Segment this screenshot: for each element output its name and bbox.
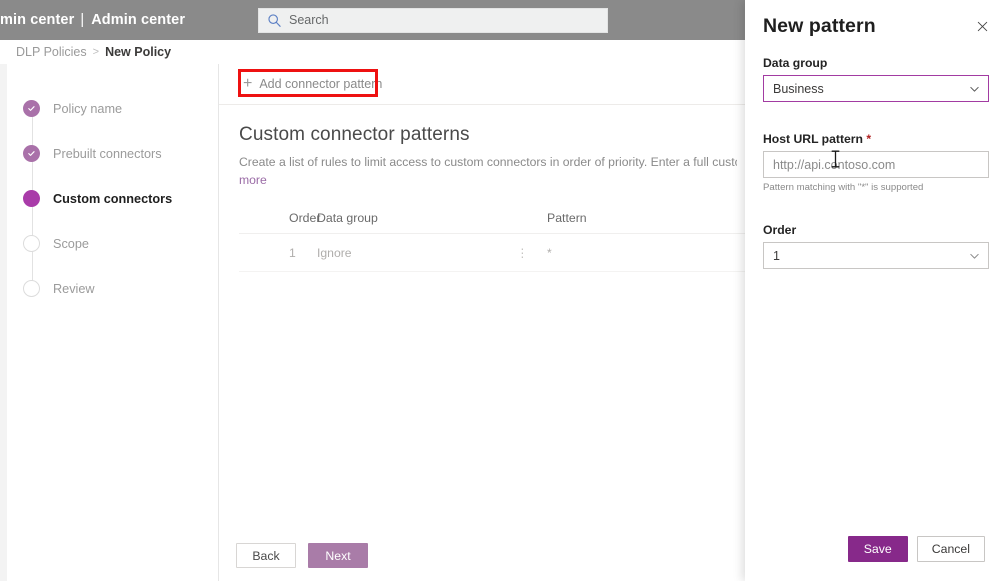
step-status-dot-pending — [23, 280, 40, 297]
table-row[interactable]: 1 Ignore ⋮ * — [239, 234, 748, 272]
sidebar-item-review[interactable]: Review — [23, 266, 213, 311]
chevron-down-icon — [970, 253, 979, 259]
column-header-data-group: Data group — [317, 210, 378, 225]
plus-icon: + — [243, 75, 253, 92]
check-icon — [28, 106, 35, 111]
flyout-header: New pattern — [745, 0, 1007, 52]
add-connector-pattern-button[interactable]: + Add connector pattern — [239, 70, 390, 98]
learn-more-label: more — [239, 173, 267, 188]
close-button[interactable] — [971, 15, 993, 37]
back-button[interactable]: Back — [236, 543, 296, 568]
suite-title: min center | Admin center — [0, 12, 185, 28]
flyout-footer: Save Cancel — [745, 536, 1007, 562]
step-label: Custom connectors — [53, 191, 173, 206]
required-marker: * — [866, 132, 872, 146]
more-vertical-icon[interactable]: ⋮ — [499, 246, 547, 260]
sidebar-item-policy-name[interactable]: Policy name — [23, 86, 213, 149]
breadcrumb-dlp-policies[interactable]: DLP Policies — [16, 45, 87, 59]
cell-pattern: * — [547, 245, 552, 260]
data-group-dropdown[interactable]: Business — [763, 75, 989, 102]
host-url-pattern-label-text: Host URL pattern — [763, 132, 863, 146]
table-header-row: Order Data group ⋮ Pattern — [239, 202, 748, 234]
host-url-pattern-input[interactable]: http://api.contoso.com — [763, 151, 989, 178]
chevron-down-icon — [970, 86, 979, 92]
suite-title-admin-center: Admin center — [91, 12, 186, 28]
column-header-order: Order — [289, 210, 321, 225]
global-search-box[interactable]: Search — [258, 8, 608, 33]
sidebar-item-custom-connectors[interactable]: Custom connectors — [23, 176, 213, 239]
command-bar: + Add connector pattern — [219, 64, 748, 105]
global-search-placeholder: Search — [289, 13, 329, 28]
search-icon — [268, 14, 281, 27]
flyout-title: New pattern — [763, 14, 876, 37]
save-button[interactable]: Save — [847, 536, 908, 562]
close-icon — [977, 21, 987, 31]
host-url-pattern-placeholder: http://api.contoso.com — [773, 157, 896, 172]
new-pattern-flyout-panel: New pattern Data group Business Host URL… — [745, 0, 1007, 581]
step-status-dot-pending — [23, 235, 40, 252]
column-header-pattern: Pattern — [547, 210, 587, 225]
host-url-pattern-hint: Pattern matching with "*" is supported — [763, 182, 924, 193]
wizard-stepper: Policy name Prebuilt connectors Custom c… — [23, 86, 213, 311]
wizard-left-rail: Policy name Prebuilt connectors Custom c… — [0, 64, 219, 581]
cell-order: 1 — [289, 245, 296, 260]
data-group-label: Data group — [763, 56, 828, 70]
order-label: Order — [763, 223, 797, 237]
host-url-pattern-label: Host URL pattern * — [763, 132, 989, 146]
step-status-dot-current — [23, 190, 40, 207]
sidebar-item-prebuilt-connectors[interactable]: Prebuilt connectors — [23, 131, 213, 194]
step-label: Review — [53, 281, 95, 296]
main-content-panel: + Add connector pattern Custom connector… — [219, 64, 748, 581]
order-value: 1 — [773, 248, 780, 263]
step-status-dot-complete — [23, 145, 40, 162]
section-description: Create a list of rules to limit access t… — [239, 155, 737, 169]
breadcrumb-new-policy: New Policy — [105, 45, 172, 59]
cell-data-group: Ignore — [317, 245, 352, 260]
next-button[interactable]: Next — [308, 543, 368, 568]
step-status-dot-complete — [23, 100, 40, 117]
custom-connector-patterns-section: Custom connector patterns Create a list … — [239, 124, 748, 190]
step-label: Prebuilt connectors — [53, 146, 162, 161]
order-field: Order 1 — [763, 223, 989, 269]
cancel-button[interactable]: Cancel — [916, 536, 985, 562]
dlp-new-policy-screen: min center | Admin center Search DLP Polic… — [0, 0, 1007, 581]
sidebar-item-scope[interactable]: Scope — [23, 221, 213, 284]
field-spacer — [763, 102, 989, 132]
learn-more-link[interactable]: more — [239, 171, 748, 189]
host-url-pattern-field: Host URL pattern * http://api.contoso.co… — [763, 132, 989, 193]
wizard-footer-buttons: Back Next — [236, 543, 368, 568]
step-label: Scope — [53, 236, 89, 251]
data-group-field: Data group Business — [763, 56, 989, 102]
step-label: Policy name — [53, 101, 123, 116]
field-spacer — [763, 193, 989, 223]
breadcrumb-separator: > — [92, 46, 100, 58]
add-connector-pattern-label: Add connector pattern — [259, 77, 383, 91]
check-icon — [28, 151, 35, 156]
suite-title-clipped: min center — [0, 12, 75, 28]
data-group-value: Business — [773, 81, 824, 96]
suite-title-separator: | — [80, 12, 85, 28]
page-title: Custom connector patterns — [239, 124, 470, 145]
flyout-body: Data group Business Host URL pattern * h… — [763, 56, 989, 269]
order-dropdown[interactable]: 1 — [763, 242, 989, 269]
column-header-spacer: ⋮ — [499, 211, 547, 225]
patterns-table: Order Data group ⋮ Pattern 1 Ignore ⋮ * — [239, 202, 748, 272]
